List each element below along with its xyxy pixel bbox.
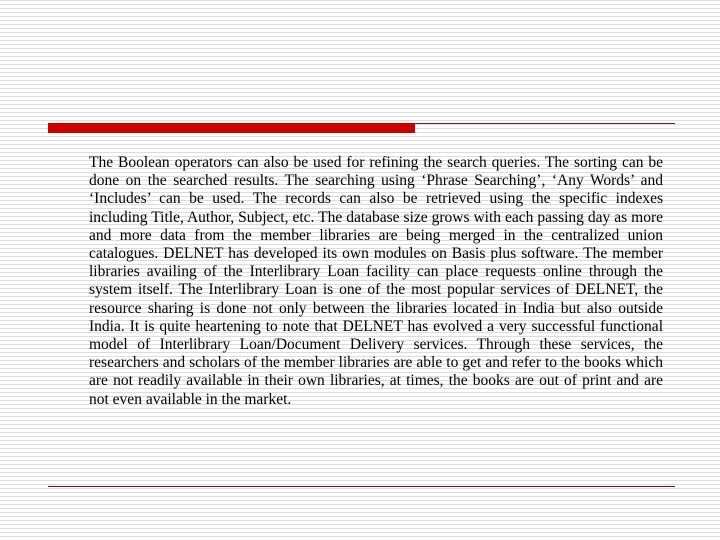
title-accent-bar (48, 123, 415, 133)
slide: The Boolean operators can also be used f… (0, 0, 720, 540)
footer-divider-line (48, 486, 675, 487)
body-paragraph: The Boolean operators can also be used f… (89, 154, 663, 408)
title-divider-line (415, 123, 675, 124)
